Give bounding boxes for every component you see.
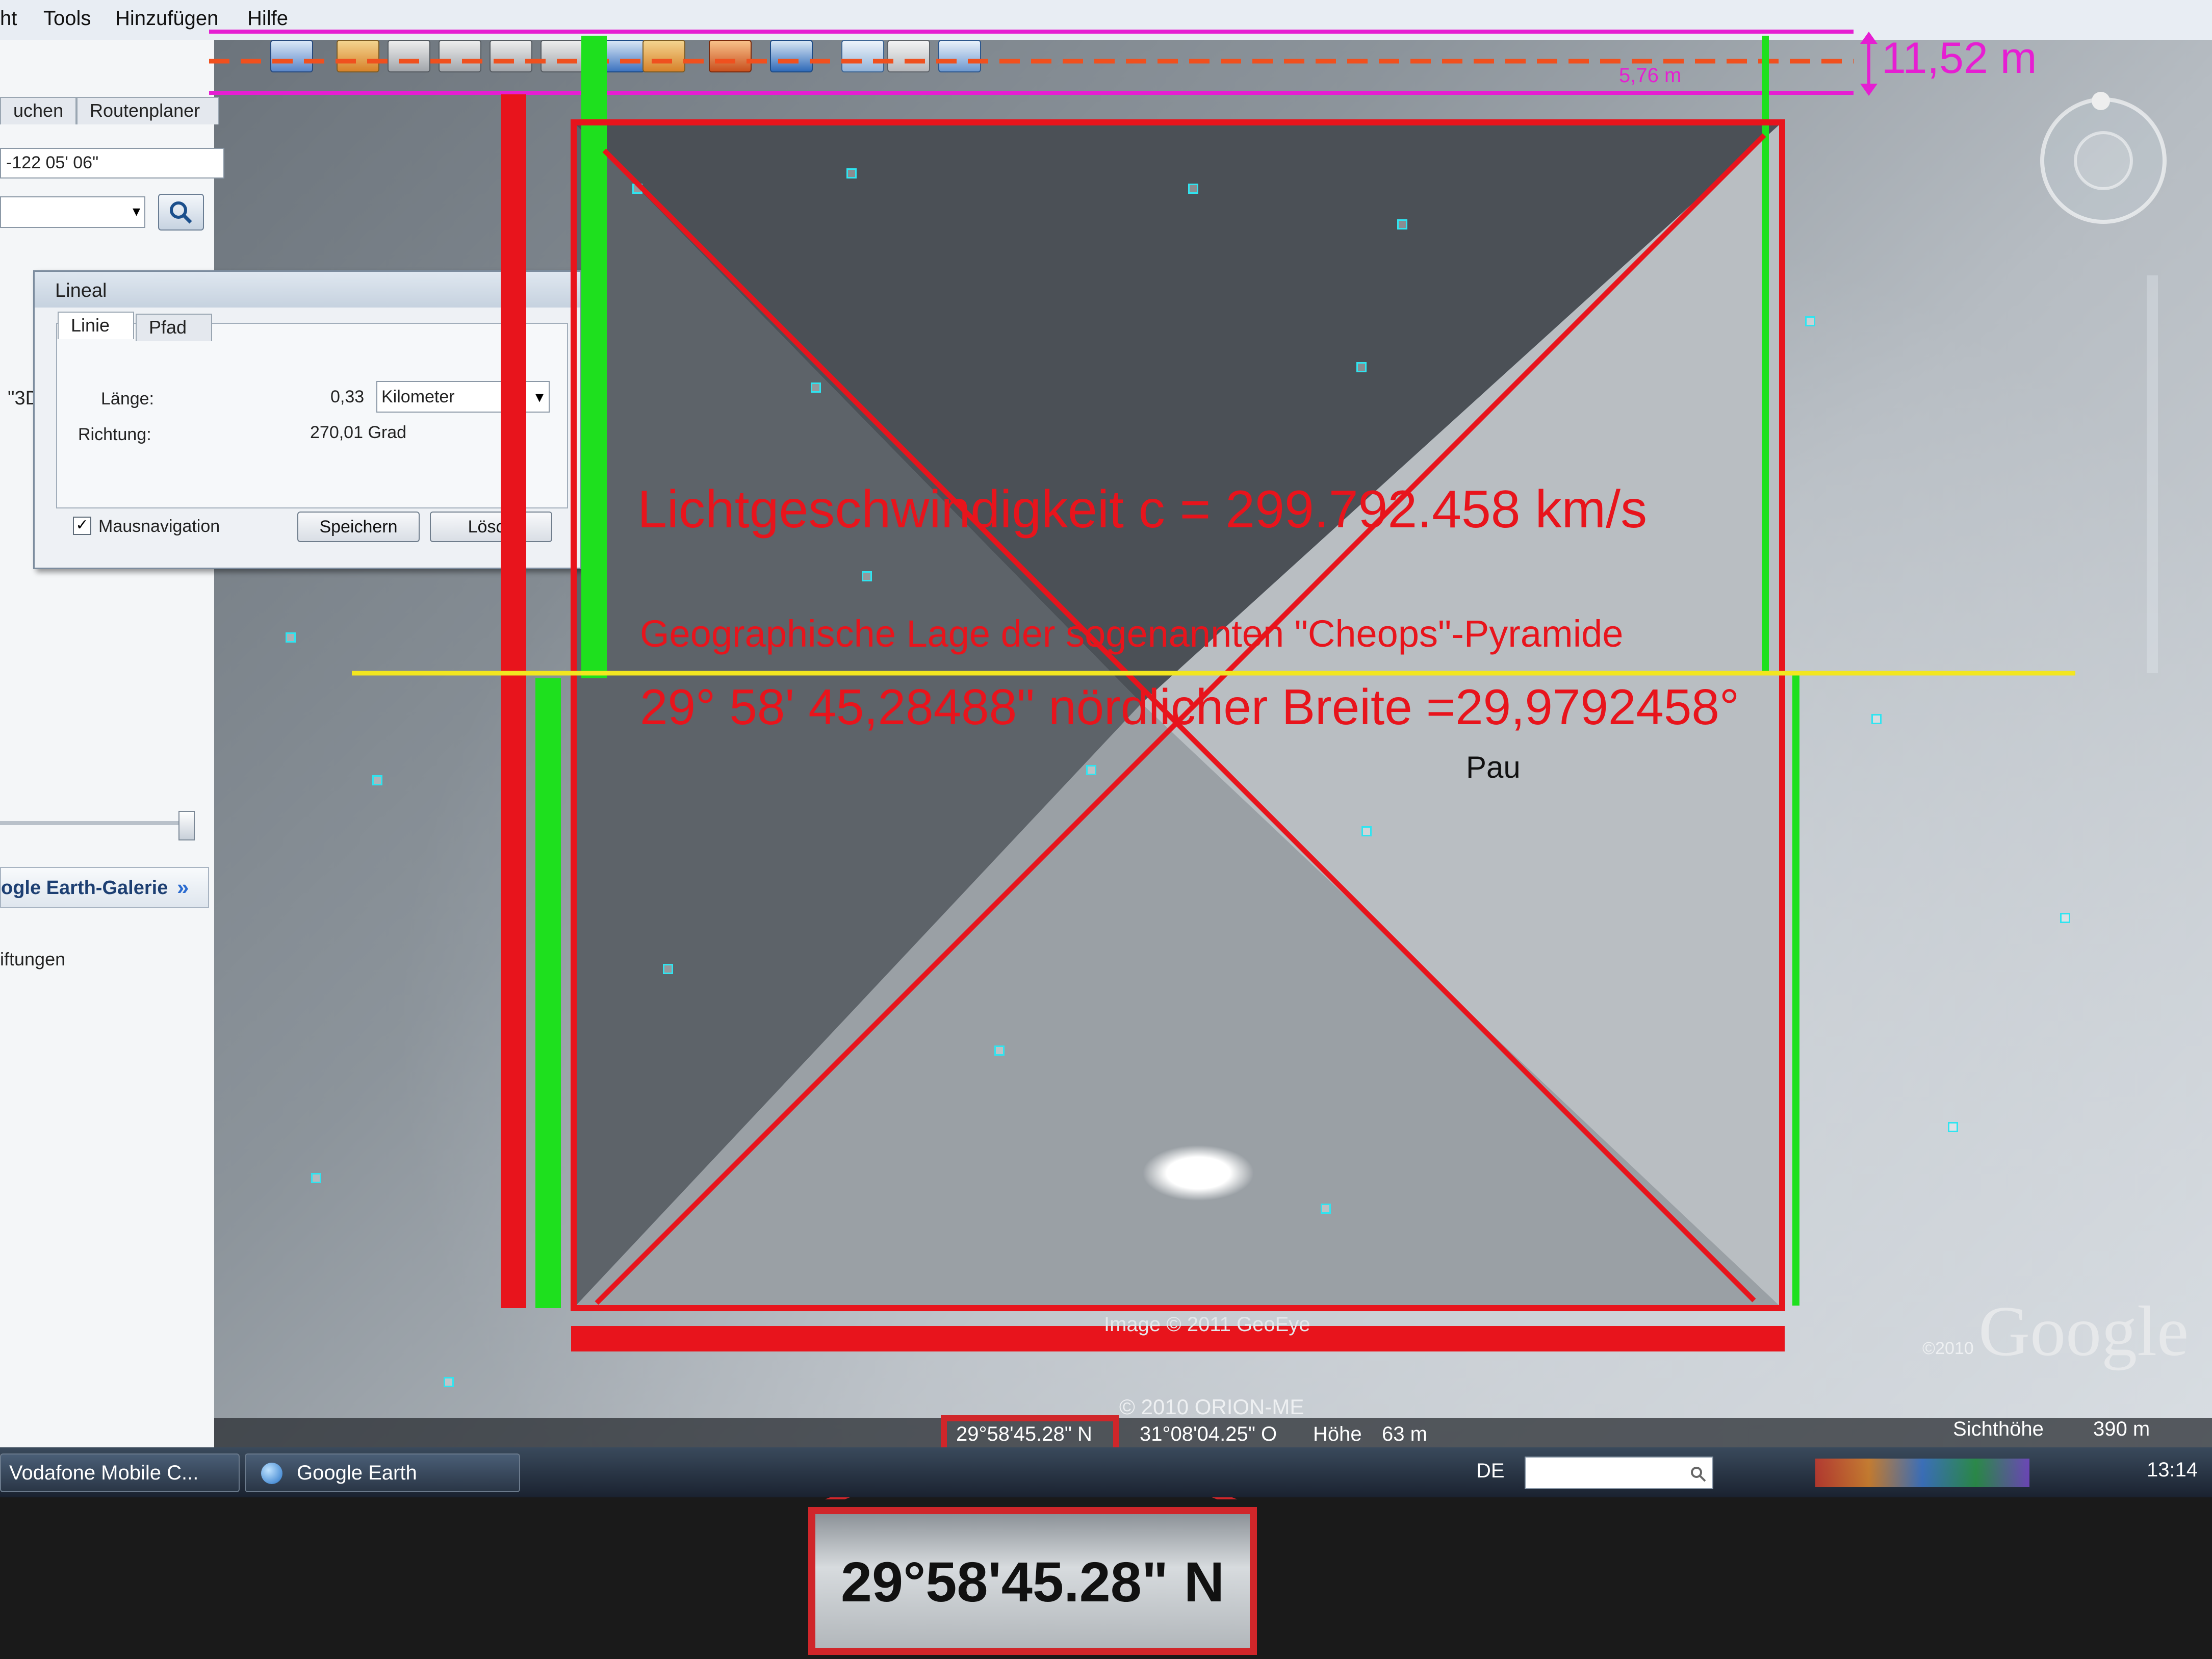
speed-of-light-caption: Lichtgeschwindigkeit c = 299.792.458 km/… bbox=[637, 480, 1648, 539]
status-eye-alt-label: Sichthöhe bbox=[1953, 1418, 2044, 1440]
status-longitude: 31°08'04.25" O bbox=[1140, 1423, 1277, 1445]
status-altitude-label: Höhe bbox=[1313, 1423, 1362, 1445]
logo-year: ©2010 bbox=[1922, 1339, 1974, 1358]
taskbar-google-earth-label: Google Earth bbox=[297, 1462, 417, 1484]
latitude-zoom-inset: 29°58'45.28" N bbox=[808, 1507, 1257, 1655]
clock: 13:14 bbox=[2147, 1459, 2198, 1481]
place-label: Pau bbox=[1466, 750, 1521, 784]
latitude-caption: 29° 58' 45,28488" nördlicher Breite =29,… bbox=[640, 679, 1740, 735]
image-credit: Image © 2011 GeoEye bbox=[1104, 1313, 1310, 1336]
half-width-measure-label: 5,76 m bbox=[1619, 64, 1682, 87]
google-logo: Google bbox=[1978, 1292, 2189, 1371]
system-tray-icons[interactable] bbox=[1815, 1459, 2029, 1487]
taskbar: Vodafone Mobile C... Google Earth DE 13:… bbox=[0, 1447, 2212, 1497]
map-copyright: © 2010 ORION-ME bbox=[1119, 1395, 1304, 1419]
taskbar-vodafone[interactable]: Vodafone Mobile C... bbox=[0, 1453, 240, 1492]
taskbar-google-earth[interactable]: Google Earth bbox=[245, 1453, 520, 1492]
globe-icon bbox=[261, 1463, 282, 1484]
status-eye-alt-value: 390 m bbox=[2093, 1418, 2150, 1440]
location-caption: Geographische Lage der sogenannten "Cheo… bbox=[640, 612, 1624, 655]
status-latitude: 29°58'45.28" N bbox=[956, 1423, 1092, 1445]
search-icon bbox=[1691, 1467, 1706, 1482]
zoom-latitude: 29°58'45.28" N bbox=[840, 1551, 1225, 1614]
taskbar-search-input[interactable] bbox=[1525, 1457, 1713, 1489]
width-measure-label: 11,52 m bbox=[1882, 34, 2037, 83]
annotation-overlay bbox=[209, 30, 2075, 1499]
status-altitude-value: 63 m bbox=[1382, 1423, 1427, 1445]
language-indicator[interactable]: DE bbox=[1476, 1460, 1505, 1483]
